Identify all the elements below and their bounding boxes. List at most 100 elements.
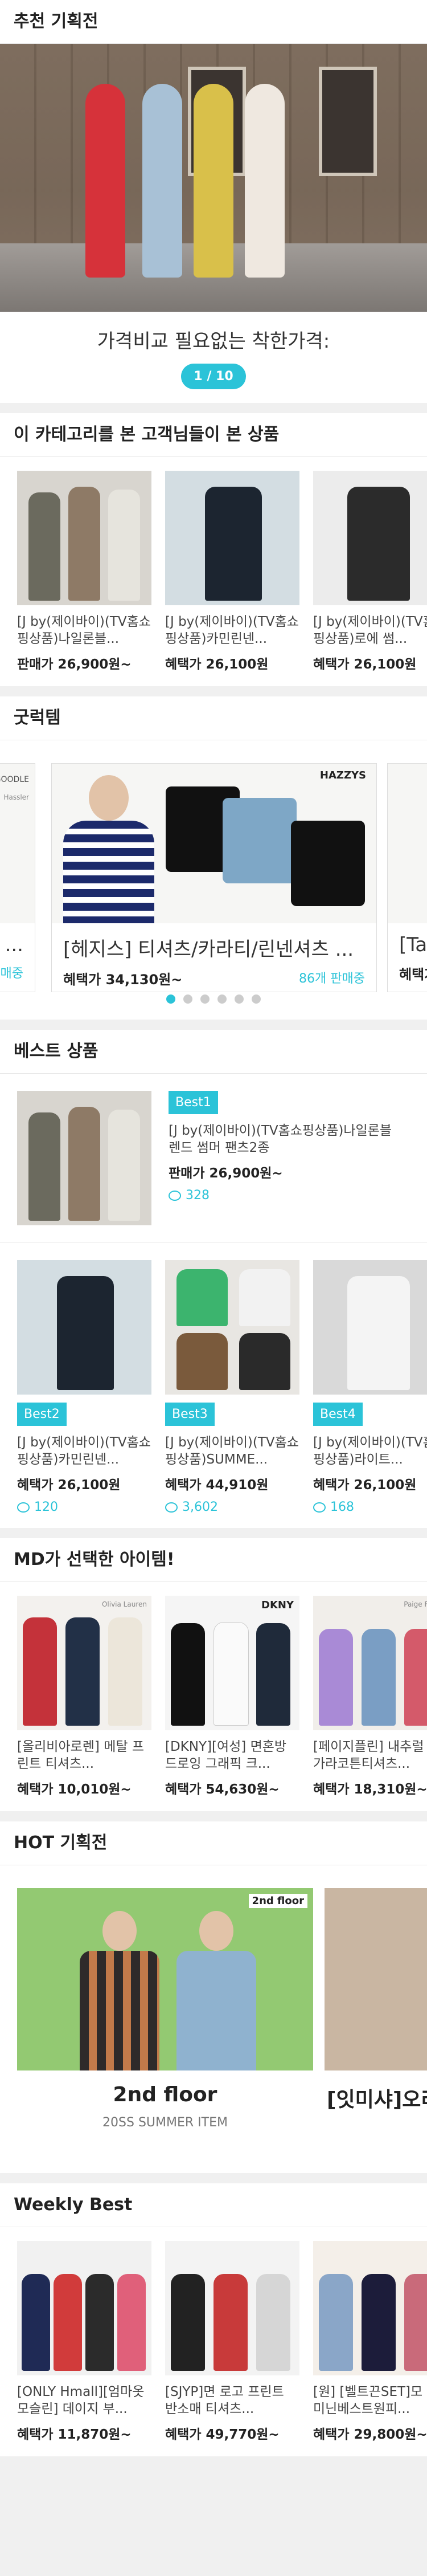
good-card-prev[interactable]: GOODLE Hassler ... 판매중 bbox=[0, 763, 35, 992]
product-name: [J by(제이바이)(TV홈쇼핑상품)로에 썸... bbox=[313, 614, 427, 646]
product-name: [J by(제이바이)(TV홈쇼핑상품)카민린넨... bbox=[17, 1435, 151, 1467]
product-image: DKNY bbox=[165, 1596, 299, 1730]
carousel-dot[interactable] bbox=[252, 994, 261, 1004]
product-image bbox=[17, 1260, 151, 1395]
comment-icon bbox=[313, 1502, 326, 1513]
product-name: [J by(제이바이)(TV홈쇼핑상품)나일론블렌드 썸머 팬츠2종 bbox=[169, 1123, 392, 1155]
product-card[interactable]: [J by(제이바이)(TV홈쇼핑상품)카민린넨... 혜택가 26,100원 bbox=[165, 471, 299, 672]
product-card[interactable]: DKNY [DKNY][여성] 면혼방 드로잉 그래픽 크... 혜택가 54,… bbox=[165, 1596, 299, 1798]
product-image bbox=[388, 764, 427, 923]
banner-pager: 1 / 10 bbox=[181, 364, 246, 389]
product-name: [올리비아로렌] 메탈 프린트 티셔츠... bbox=[17, 1739, 145, 1771]
product-image bbox=[17, 1091, 151, 1225]
banner-caption: 가격비교 필요없는 착한가격: bbox=[97, 330, 330, 353]
product-image bbox=[313, 2241, 427, 2375]
brand-logo: Olivia Lauren bbox=[101, 1600, 147, 1608]
product-price: 판매가 26,900원~ bbox=[17, 657, 132, 672]
best-title: 베스트 상품 bbox=[0, 1030, 427, 1074]
hot-card-sub: 시즌 bbox=[325, 2122, 427, 2140]
product-image bbox=[313, 471, 427, 605]
comment-icon bbox=[17, 1502, 30, 1513]
product-name: [페이지플린] 내추럴 단가라코튼티셔츠... bbox=[313, 1739, 427, 1771]
product-card[interactable]: [SJYP]면 로고 프린트 반소매 티셔츠... 혜택가 49,770원~ bbox=[165, 2241, 299, 2443]
product-price: 혜택가 44,910원 bbox=[165, 1478, 269, 1493]
brand-logo: GOODLE bbox=[0, 775, 29, 784]
product-card[interactable]: Paige Flynn [페이지플린] 내추럴 단가라코튼티셔츠... 혜택가 … bbox=[313, 1596, 427, 1798]
product-image bbox=[165, 471, 299, 605]
carousel-dot[interactable] bbox=[166, 994, 175, 1004]
product-card[interactable]: [ONLY Hmall][엄마옷 모슬린] 데이지 부... 혜택가 11,87… bbox=[17, 2241, 151, 2443]
product-card[interactable]: [J by(제이바이)(TV홈쇼핑상품)나일론블... 판매가 26,900원~ bbox=[17, 471, 151, 672]
good-card-next[interactable]: [Ta... 혜택가 bbox=[387, 763, 427, 992]
product-card[interactable]: Best4 [J by(제이바이)(TV홈쇼핑상품)라이트... 혜택가 26,… bbox=[313, 1260, 427, 1514]
best-top-item[interactable]: Best1 [J by(제이바이)(TV홈쇼핑상품)나일론블렌드 썸머 팬츠2종… bbox=[0, 1074, 427, 1243]
product-name: [ONLY Hmall][엄마옷 모슬린] 데이지 부... bbox=[17, 2385, 145, 2416]
product-price: 혜택가 bbox=[399, 967, 427, 983]
weekly-section: Weekly Best [ONLY Hmall][엄마옷 모슬린] 데이지 부.… bbox=[0, 2183, 427, 2456]
product-image bbox=[313, 1260, 427, 1395]
product-name: [J by(제이바이)(TV홈쇼핑상품)나일론블... bbox=[17, 614, 151, 646]
carousel-dot[interactable] bbox=[217, 994, 227, 1004]
best-badge: Best4 bbox=[313, 1403, 363, 1426]
product-name: [헤지스] 티셔츠/카라티/린넨셔츠 ... bbox=[63, 938, 354, 961]
product-name: [SJYP]면 로고 프린트 반소매 티셔츠... bbox=[165, 2385, 284, 2416]
banner-model bbox=[245, 84, 285, 278]
hot-section: HOT 기획전 2nd floor 2nd floor 20SS SUMMER … bbox=[0, 1821, 427, 2173]
comment-icon bbox=[169, 1191, 181, 1201]
product-image bbox=[17, 2241, 151, 2375]
best-badge: Best2 bbox=[17, 1403, 67, 1426]
weekly-title: Weekly Best bbox=[0, 2183, 427, 2227]
product-price: 혜택가 26,100원 bbox=[17, 1478, 121, 1493]
product-price: 판매가 26,900원~ bbox=[169, 1166, 283, 1181]
product-image bbox=[165, 2241, 299, 2375]
recommend-section: 추천 기획전 가격비교 필요없는 착한가격: 1 / 10 bbox=[0, 0, 427, 403]
hot-card[interactable]: [잇미샤]오리 시즌 bbox=[325, 1888, 427, 2140]
banner-window bbox=[319, 67, 377, 176]
product-image: GOODLE Hassler bbox=[0, 764, 35, 923]
product-name: ... bbox=[5, 934, 23, 956]
sale-count: 판매중 bbox=[0, 967, 23, 981]
carousel-dot[interactable] bbox=[235, 994, 244, 1004]
comment-icon bbox=[165, 1502, 178, 1513]
md-section: MD가 선택한 아이템! Olivia Lauren [올리비아로렌] 메탈 프… bbox=[0, 1538, 427, 1811]
comment-count: 120 bbox=[17, 1500, 151, 1514]
carousel-dot[interactable] bbox=[200, 994, 210, 1004]
product-price: 혜택가 49,770원~ bbox=[165, 2427, 280, 2442]
product-name: [원] [벨트끈SET]모 페미닌베스트원피... bbox=[313, 2385, 427, 2416]
brand-logo-sub: Hassler bbox=[3, 793, 29, 801]
product-image bbox=[17, 471, 151, 605]
carousel-dot[interactable] bbox=[183, 994, 192, 1004]
md-title: MD가 선택한 아이템! bbox=[0, 1538, 427, 1582]
viewed-title: 이 카테고리를 본 고객님들이 본 상품 bbox=[0, 413, 427, 457]
hot-card[interactable]: 2nd floor 2nd floor 20SS SUMMER ITEM bbox=[17, 1888, 313, 2130]
product-card[interactable]: Best3 [J by(제이바이)(TV홈쇼핑상품)SUMME... 혜택가 4… bbox=[165, 1260, 299, 1514]
recommend-banner-image[interactable] bbox=[0, 44, 427, 312]
hot-card-name: 2nd floor bbox=[113, 2083, 217, 2106]
product-price: 혜택가 11,870원~ bbox=[17, 2427, 132, 2442]
best-badge: Best3 bbox=[165, 1403, 215, 1426]
product-price: 혜택가 26,100원 bbox=[165, 657, 269, 672]
product-name: [DKNY][여성] 면혼방 드로잉 그래픽 크... bbox=[165, 1739, 287, 1771]
banner-model bbox=[85, 84, 125, 278]
product-name: [J by(제이바이)(TV홈쇼핑상품)카민린넨... bbox=[165, 614, 299, 646]
product-image: Olivia Lauren bbox=[17, 1596, 151, 1730]
product-image bbox=[165, 1260, 299, 1395]
sale-count: 86개 판매중 bbox=[299, 972, 365, 986]
product-price: 혜택가 10,010원~ bbox=[17, 1782, 132, 1797]
product-image: HAZZYS bbox=[52, 764, 376, 923]
product-card[interactable]: [원] [벨트끈SET]모 페미닌베스트원피... 혜택가 29,800원~ bbox=[313, 2241, 427, 2443]
good-section: 굿럭템 GOODLE Hassler ... 판매중 HAZZYS [ bbox=[0, 696, 427, 1020]
product-name: [J by(제이바이)(TV홈쇼핑상품)라이트... bbox=[313, 1435, 427, 1467]
best-badge: Best1 bbox=[169, 1091, 218, 1114]
product-card[interactable]: Best2 [J by(제이바이)(TV홈쇼핑상품)카민린넨... 혜택가 26… bbox=[17, 1260, 151, 1514]
product-price: 혜택가 26,100원 bbox=[313, 1478, 417, 1493]
good-card[interactable]: HAZZYS [헤지스] 티셔츠/카라티/린넨셔츠 ... 혜택가 34,130… bbox=[51, 763, 377, 992]
brand-logo: 2nd floor bbox=[248, 1894, 307, 1908]
product-price: 혜택가 26,100원 bbox=[313, 657, 417, 672]
hot-title: HOT 기획전 bbox=[0, 1821, 427, 1865]
product-price: 혜택가 18,310원~ bbox=[313, 1782, 427, 1797]
carousel-dots[interactable] bbox=[0, 994, 427, 1004]
good-title: 굿럭템 bbox=[0, 696, 427, 740]
product-card[interactable]: [J by(제이바이)(TV홈쇼핑상품)로에 썸... 혜택가 26,100원 bbox=[313, 471, 427, 672]
product-card[interactable]: Olivia Lauren [올리비아로렌] 메탈 프린트 티셔츠... 혜택가… bbox=[17, 1596, 151, 1798]
